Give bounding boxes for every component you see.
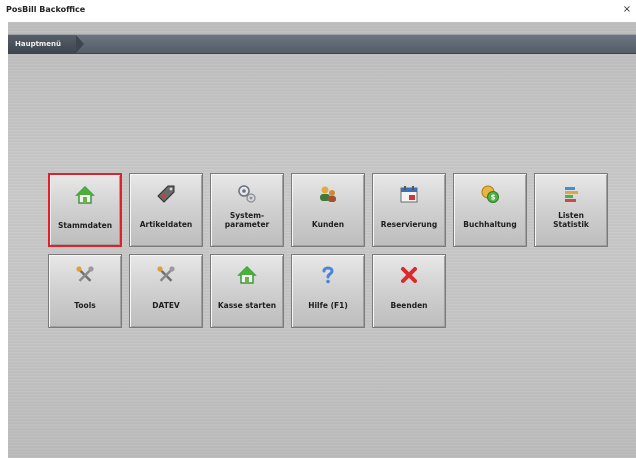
- title-bar: PosBill Backoffice ×: [0, 0, 636, 22]
- tools-icon: [76, 266, 94, 282]
- tile-label: Hilfe (F1): [308, 300, 348, 310]
- tile-label-text: System- parameter: [224, 211, 270, 229]
- buchhaltung-button[interactable]: $ Buchhaltung: [453, 173, 527, 247]
- tile-label: Tools: [74, 300, 96, 310]
- breadcrumb-arrow-icon: [76, 35, 84, 53]
- customers-icon: [320, 186, 336, 202]
- kasse-starten-button[interactable]: Kasse starten: [210, 254, 284, 328]
- tile-label: Reservierung: [380, 219, 438, 229]
- house-icon: [75, 185, 95, 204]
- help-icon: [322, 266, 334, 284]
- svg-text:$: $: [491, 194, 496, 202]
- tile-label: Kunden: [311, 219, 345, 229]
- breadcrumb-item-hauptmenu[interactable]: Hauptmenü: [8, 35, 76, 53]
- close-icon[interactable]: ×: [620, 3, 634, 17]
- kunden-button[interactable]: Kunden: [291, 173, 365, 247]
- tools-icon: [157, 266, 175, 282]
- coins-icon: $: [481, 185, 499, 203]
- window-title: PosBill Backoffice: [6, 5, 86, 14]
- breadcrumb: Hauptmenü: [8, 34, 636, 54]
- tile-label-text: Listen Statistik: [553, 211, 589, 229]
- artikeldaten-button[interactable]: Artikeldaten: [129, 173, 203, 247]
- datev-button[interactable]: DATEV: [129, 254, 203, 328]
- stammdaten-button[interactable]: Stammdaten: [48, 173, 122, 247]
- tag-icon: [157, 185, 175, 203]
- house-icon: [237, 265, 257, 284]
- tile-label: Listen Statistik: [537, 204, 605, 236]
- tools-button[interactable]: Tools: [48, 254, 122, 328]
- tile-label: System- parameter: [213, 204, 281, 236]
- tile-label: Stammdaten: [57, 220, 113, 230]
- tile-label: Kasse starten: [217, 300, 277, 310]
- listen-statistik-button[interactable]: Listen Statistik: [534, 173, 608, 247]
- tile-label: Artikeldaten: [139, 219, 193, 229]
- tile-label: Buchhaltung: [463, 219, 517, 229]
- systemparameter-button[interactable]: System- parameter: [210, 173, 284, 247]
- reservierung-button[interactable]: Reservierung: [372, 173, 446, 247]
- tile-label: Beenden: [390, 300, 428, 310]
- beenden-button[interactable]: Beenden: [372, 254, 446, 328]
- hilfe-button[interactable]: Hilfe (F1): [291, 254, 365, 328]
- gears-icon: [238, 185, 256, 203]
- calendar-icon: [400, 186, 418, 203]
- statistics-icon: [565, 187, 578, 202]
- main-workspace: Hauptmenü Stammdaten Artikeldaten System…: [8, 22, 636, 458]
- close-x-icon: [401, 267, 417, 283]
- tile-label: DATEV: [152, 300, 180, 310]
